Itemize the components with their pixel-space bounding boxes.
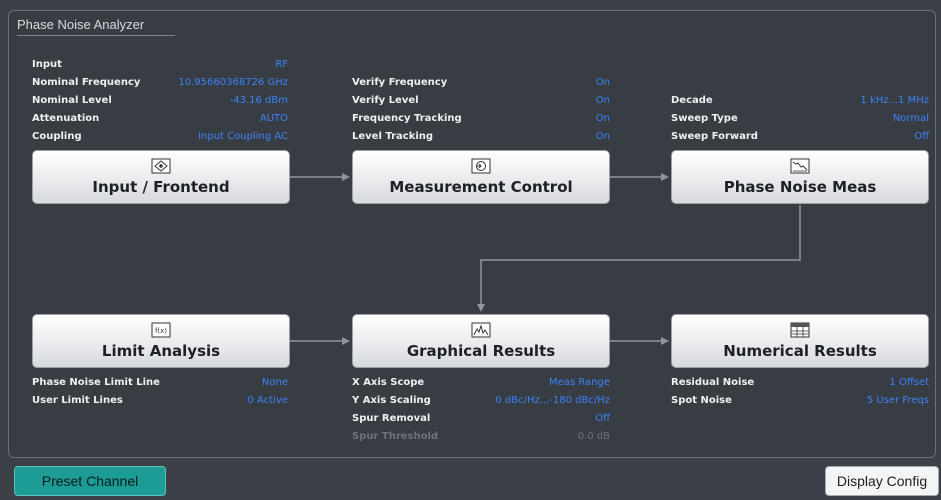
title-underline xyxy=(17,35,175,36)
level-tracking-value[interactable]: On xyxy=(596,128,610,146)
verify-frequency-label: Verify Frequency xyxy=(352,77,448,88)
nominal-level-label: Nominal Level xyxy=(32,95,112,106)
y-axis-scaling-label: Y Axis Scaling xyxy=(352,395,431,406)
numerical-results-icon xyxy=(790,322,810,338)
x-axis-scope-row: X Axis Scope Meas Range xyxy=(352,374,610,392)
coupling-value[interactable]: Input Coupling AC xyxy=(198,128,288,146)
display-config-button[interactable]: Display Config xyxy=(825,466,939,496)
verify-level-label: Verify Level xyxy=(352,95,419,106)
sweep-type-label: Sweep Type xyxy=(671,113,738,124)
sweep-forward-value[interactable]: Off xyxy=(914,128,929,146)
numerical-results-label: Numerical Results xyxy=(723,342,877,360)
user-limit-lines-value[interactable]: 0 Active xyxy=(248,392,288,410)
spur-threshold-row: Spur Threshold 0.0 dB xyxy=(352,428,610,446)
verify-level-value[interactable]: On xyxy=(596,92,610,110)
sweep-type-row: Sweep Type Normal xyxy=(671,110,929,128)
nominal-level-value[interactable]: -43.16 dBm xyxy=(230,92,288,110)
phase-noise-meas-icon xyxy=(790,158,810,174)
frequency-tracking-label: Frequency Tracking xyxy=(352,113,462,124)
measurement-control-label: Measurement Control xyxy=(389,178,573,196)
verify-frequency-value[interactable]: On xyxy=(596,74,610,92)
input-settings: Input RF Nominal Frequency 10.95660368726 … xyxy=(32,56,288,146)
graphical-settings: X Axis Scope Meas Range Y Axis Scaling 0 d… xyxy=(352,374,610,446)
spur-removal-value[interactable]: Off xyxy=(595,410,610,428)
input-value[interactable]: RF xyxy=(275,56,288,74)
spur-removal-row: Spur Removal Off xyxy=(352,410,610,428)
graphical-results-label: Graphical Results xyxy=(406,342,556,360)
attenuation-row: Attenuation AUTO xyxy=(32,110,288,128)
coupling-label: Coupling xyxy=(32,131,82,142)
input-frontend-button[interactable]: Input / Frontend xyxy=(32,150,290,204)
spur-threshold-label: Spur Threshold xyxy=(352,431,439,442)
spot-noise-row: Spot Noise 5 User Freqs xyxy=(671,392,929,410)
sweep-forward-label: Sweep Forward xyxy=(671,131,758,142)
phase-noise-limit-line-value[interactable]: None xyxy=(262,374,288,392)
numerical-results-button[interactable]: Numerical Results xyxy=(671,314,929,368)
measurement-control-button[interactable]: Measurement Control xyxy=(352,150,610,204)
limit-analysis-button[interactable]: f(x) Limit Analysis xyxy=(32,314,290,368)
measurement-control-icon xyxy=(471,158,491,174)
verify-frequency-row: Verify Frequency On xyxy=(352,74,610,92)
svg-text:f(x): f(x) xyxy=(155,327,167,335)
spur-removal-label: Spur Removal xyxy=(352,413,431,424)
sweep-forward-row: Sweep Forward Off xyxy=(671,128,929,146)
level-tracking-row: Level Tracking On xyxy=(352,128,610,146)
decade-value[interactable]: 1 kHz...1 MHz xyxy=(860,92,929,110)
coupling-row: Coupling Input Coupling AC xyxy=(32,128,288,146)
measurement-settings: Verify Frequency On Verify Level On Freque… xyxy=(352,74,610,146)
decade-label: Decade xyxy=(671,95,713,106)
input-row: Input RF xyxy=(32,56,288,74)
input-frontend-label: Input / Frontend xyxy=(92,178,230,196)
preset-channel-button[interactable]: Preset Channel xyxy=(14,466,166,496)
decade-row: Decade 1 kHz...1 MHz xyxy=(671,92,929,110)
y-axis-scaling-value[interactable]: 0 dBc/Hz...-180 dBc/Hz xyxy=(495,392,610,410)
level-tracking-label: Level Tracking xyxy=(352,131,434,142)
graphical-results-button[interactable]: Graphical Results xyxy=(352,314,610,368)
limit-analysis-icon: f(x) xyxy=(151,322,171,338)
graphical-results-icon xyxy=(471,322,491,338)
x-axis-scope-label: X Axis Scope xyxy=(352,377,425,388)
spot-noise-value[interactable]: 5 User Freqs xyxy=(867,392,929,410)
y-axis-scaling-row: Y Axis Scaling 0 dBc/Hz...-180 dBc/Hz xyxy=(352,392,610,410)
frequency-tracking-value[interactable]: On xyxy=(596,110,610,128)
sweep-type-value[interactable]: Normal xyxy=(893,110,929,128)
residual-noise-value[interactable]: 1 Offset xyxy=(889,374,929,392)
nominal-frequency-row: Nominal Frequency 10.95660368726 GHz xyxy=(32,74,288,92)
phase-noise-settings: Decade 1 kHz...1 MHz Sweep Type Normal Swe… xyxy=(671,92,929,146)
limit-analysis-label: Limit Analysis xyxy=(101,342,221,360)
phase-noise-limit-line-label: Phase Noise Limit Line xyxy=(32,377,160,388)
spur-threshold-value: 0.0 dB xyxy=(577,431,610,442)
phase-noise-meas-button[interactable]: Phase Noise Meas xyxy=(671,150,929,204)
residual-noise-row: Residual Noise 1 Offset xyxy=(671,374,929,392)
nominal-frequency-label: Nominal Frequency xyxy=(32,77,141,88)
nominal-level-row: Nominal Level -43.16 dBm xyxy=(32,92,288,110)
x-axis-scope-value[interactable]: Meas Range xyxy=(549,374,610,392)
residual-noise-label: Residual Noise xyxy=(671,377,755,388)
attenuation-label: Attenuation xyxy=(32,113,100,124)
verify-level-row: Verify Level On xyxy=(352,92,610,110)
limit-settings: Phase Noise Limit Line None User Limit Li… xyxy=(32,374,288,410)
frequency-tracking-row: Frequency Tracking On xyxy=(352,110,610,128)
panel-title: Phase Noise Analyzer xyxy=(17,17,145,32)
nominal-frequency-value[interactable]: 10.95660368726 GHz xyxy=(178,74,288,92)
phase-noise-limit-line-row: Phase Noise Limit Line None xyxy=(32,374,288,392)
numerical-settings: Residual Noise 1 Offset Spot Noise 5 User … xyxy=(671,374,929,410)
user-limit-lines-row: User Limit Lines 0 Active xyxy=(32,392,288,410)
spot-noise-label: Spot Noise xyxy=(671,395,732,406)
user-limit-lines-label: User Limit Lines xyxy=(32,395,123,406)
phase-noise-meas-label: Phase Noise Meas xyxy=(723,178,877,196)
input-label: Input xyxy=(32,59,62,70)
attenuation-value[interactable]: AUTO xyxy=(260,110,288,128)
input-frontend-icon xyxy=(151,158,171,174)
